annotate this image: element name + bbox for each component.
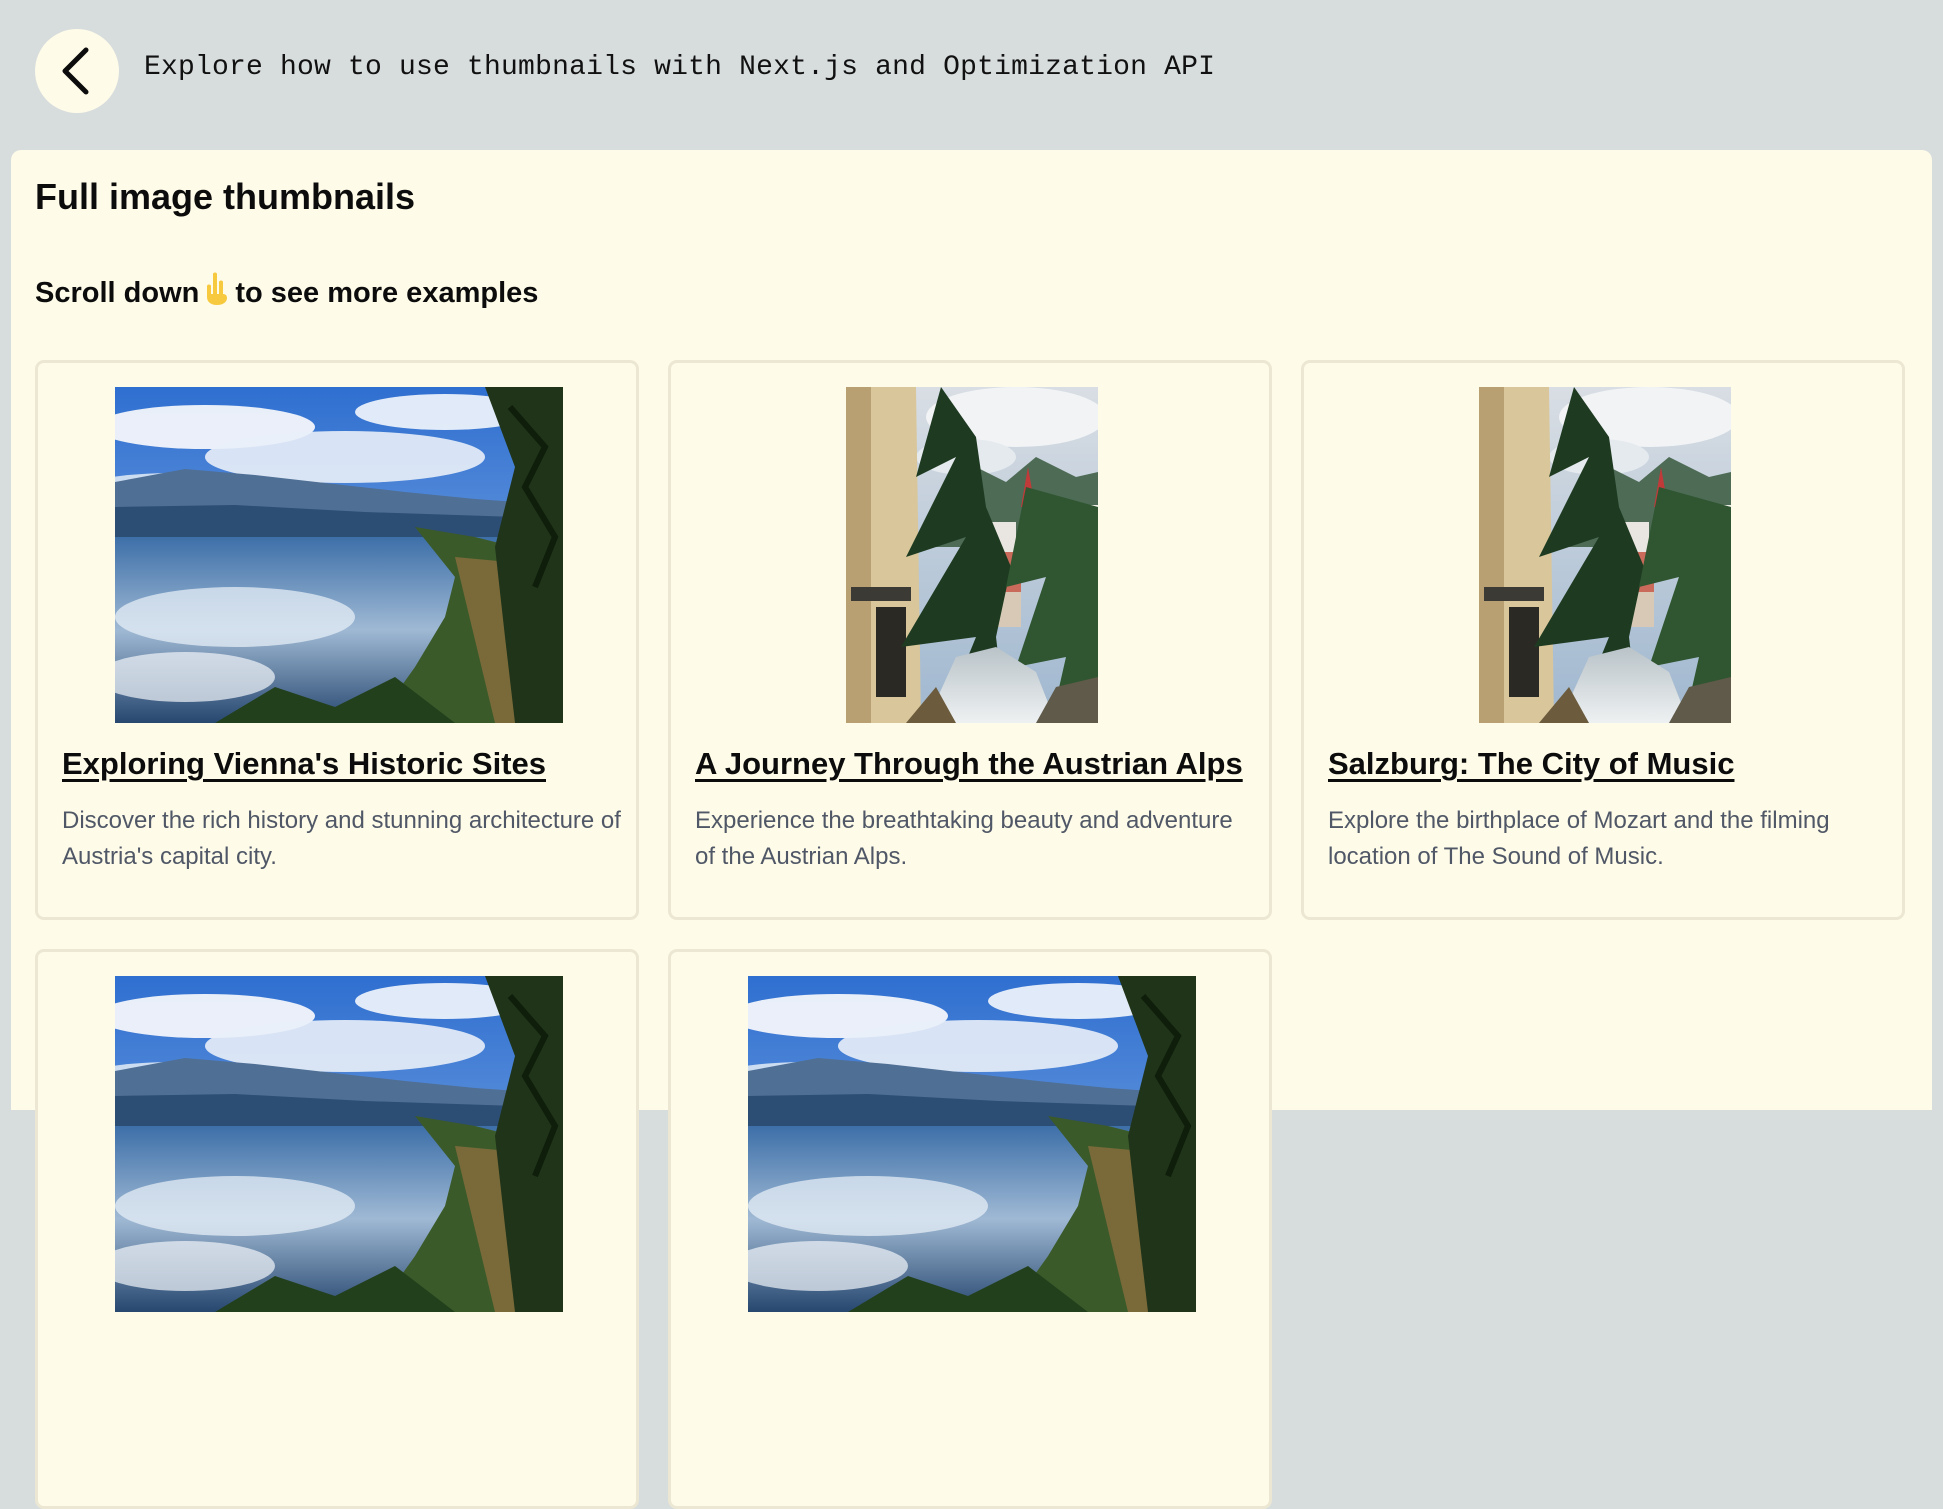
top-bar: Explore how to use thumbnails with Next.… bbox=[0, 0, 1943, 150]
pointing-down-icon bbox=[203, 272, 231, 314]
article-card[interactable]: A Journey Through the Austrian Alps Expe… bbox=[668, 360, 1272, 920]
card-description: Explore the birthplace of Mozart and the… bbox=[1328, 807, 1830, 870]
card-thumbnail bbox=[748, 976, 1196, 1312]
chevron-left-icon bbox=[62, 47, 89, 95]
scroll-hint-end: to see more examples bbox=[235, 277, 539, 309]
article-card[interactable] bbox=[668, 949, 1272, 1509]
card-thumbnail bbox=[1479, 387, 1731, 723]
scroll-hint: Scroll down to see more examples bbox=[35, 272, 538, 314]
card-title-link[interactable]: A Journey Through the Austrian Alps bbox=[695, 746, 1243, 782]
article-card[interactable]: Exploring Vienna's Historic Sites Discov… bbox=[35, 360, 639, 920]
section-heading: Full image thumbnails bbox=[35, 176, 416, 217]
main-panel: Full image thumbnails Scroll down to see … bbox=[11, 150, 1932, 1509]
page-header-title: Explore how to use thumbnails with Next.… bbox=[144, 52, 1216, 83]
scroll-hint-start: Scroll down bbox=[35, 277, 200, 309]
article-card[interactable]: Salzburg: The City of Music Explore the … bbox=[1301, 360, 1905, 920]
article-card[interactable] bbox=[35, 949, 639, 1509]
card-thumbnail bbox=[115, 976, 563, 1312]
card-description: Experience the breathtaking beauty and a… bbox=[695, 807, 1233, 870]
back-button[interactable] bbox=[35, 29, 119, 113]
card-title-link[interactable]: Exploring Vienna's Historic Sites bbox=[62, 746, 546, 782]
card-title-link[interactable]: Salzburg: The City of Music bbox=[1328, 746, 1734, 782]
card-description: Discover the rich history and stunning a… bbox=[62, 807, 621, 870]
card-thumbnail bbox=[115, 387, 563, 723]
card-thumbnail bbox=[846, 387, 1098, 723]
